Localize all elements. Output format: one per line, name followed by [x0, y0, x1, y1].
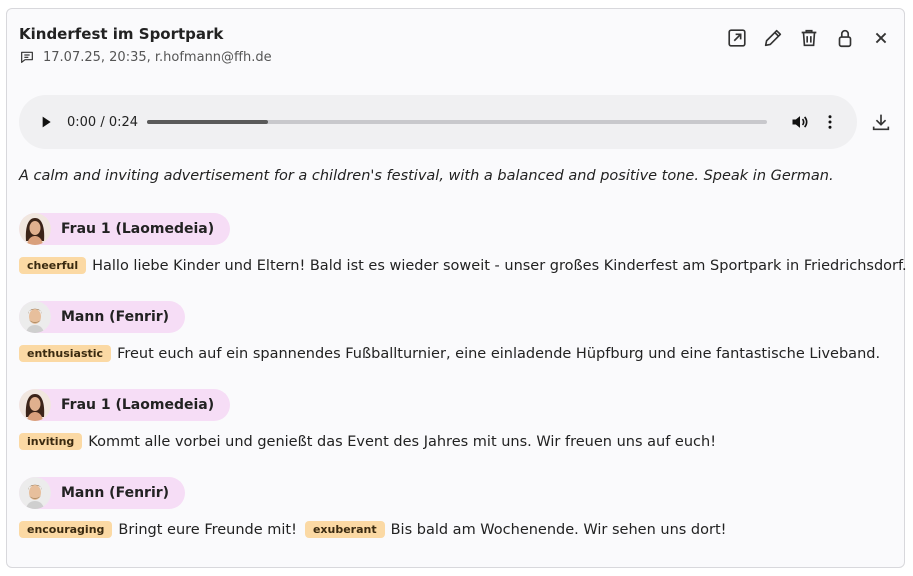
dialogue-turn: Mann (Fenrir) enthusiastic Freut euch auf …: [19, 301, 882, 362]
speaker-name: Frau 1 (Laomedeia): [61, 221, 215, 237]
download-button[interactable]: [868, 109, 894, 135]
dialogue-turn: Mann (Fenrir) encouraging Bringt eure Freu…: [19, 477, 728, 538]
line-segment: encouraging Bringt eure Freunde mit!: [19, 521, 297, 538]
more-vertical-icon: [828, 115, 832, 129]
speaker-name: Frau 1 (Laomedeia): [61, 397, 215, 413]
dialogue-line: cheerful Hallo liebe Kinder und Eltern! B…: [19, 257, 909, 274]
audio-player: 0:00 / 0:24: [19, 95, 857, 149]
line-text: Bringt eure Freunde mit!: [118, 521, 297, 538]
avatar-male-icon: [19, 477, 51, 509]
close-button[interactable]: [868, 25, 894, 51]
avatar: [19, 477, 51, 509]
playback-time: 0:00 / 0:24: [67, 114, 139, 130]
avatar: [19, 213, 51, 245]
trash-icon: [801, 29, 817, 47]
play-button[interactable]: [35, 111, 57, 133]
line-text: Kommt alle vorbei und genießt das Event …: [88, 433, 717, 450]
line-text: Freut euch auf ein spannendes Fußballtur…: [117, 345, 881, 362]
volume-button[interactable]: [789, 111, 811, 133]
avatar-female-icon: [19, 389, 51, 421]
speaker-name: Mann (Fenrir): [61, 485, 170, 501]
speaker-chip[interactable]: Frau 1 (Laomedeia): [19, 213, 231, 245]
open-external-icon: [728, 29, 746, 47]
progress-track[interactable]: [147, 120, 767, 124]
download-icon: [872, 114, 890, 131]
dialogue-line: enthusiastic Freut euch auf ein spannende…: [19, 345, 882, 362]
play-icon: [42, 116, 51, 128]
recording-card: Kinderfest im Sportpark 17.07.25, 20:35,…: [6, 8, 907, 568]
lock-icon: [838, 29, 852, 48]
voice-description: A calm and inviting advertisement for a …: [19, 168, 834, 184]
meta-text: 17.07.25, 20:35, r.hofmann@ffh.de: [43, 49, 272, 65]
dialogue-turn: Frau 1 (Laomedeia) cheerful Hallo liebe Ki…: [19, 213, 909, 274]
emotion-tag[interactable]: enthusiastic: [19, 345, 112, 362]
lock-button[interactable]: [832, 25, 858, 51]
speaker-name: Mann (Fenrir): [61, 309, 170, 325]
open-external-button[interactable]: [724, 25, 750, 51]
edit-button[interactable]: [760, 25, 786, 51]
emotion-tag[interactable]: inviting: [19, 433, 83, 450]
line-segment: exuberant Bis bald am Wochenende. Wir seh…: [304, 521, 727, 538]
header-actions: [724, 25, 894, 51]
emotion-tag[interactable]: exuberant: [304, 521, 385, 538]
more-options-button[interactable]: [819, 111, 841, 133]
recording-meta: 17.07.25, 20:35, r.hofmann@ffh.de: [19, 49, 272, 65]
avatar: [19, 301, 51, 333]
speaker-chip[interactable]: Mann (Fenrir): [19, 477, 186, 509]
chat-bubble-icon: [21, 51, 33, 63]
line-segment: enthusiastic Freut euch auf ein spannende…: [19, 345, 880, 362]
avatar-male-icon: [19, 301, 51, 333]
line-segment: cheerful Hallo liebe Kinder und Eltern! B…: [19, 257, 907, 274]
avatar: [19, 389, 51, 421]
emotion-tag[interactable]: encouraging: [19, 521, 113, 538]
volume-icon: [792, 116, 808, 128]
line-text: Bis bald am Wochenende. Wir sehen uns do…: [390, 521, 727, 538]
pencil-icon: [764, 29, 782, 47]
speaker-chip[interactable]: Mann (Fenrir): [19, 301, 186, 333]
delete-button[interactable]: [796, 25, 822, 51]
line-text: Hallo liebe Kinder und Eltern! Bald ist …: [92, 257, 907, 274]
close-icon: [875, 32, 887, 44]
speaker-chip[interactable]: Frau 1 (Laomedeia): [19, 389, 231, 421]
dialogue-turn: Frau 1 (Laomedeia) inviting Kommt alle vor…: [19, 389, 718, 450]
progress-fill: [147, 120, 268, 124]
dialogue-line: encouraging Bringt eure Freunde mit! exube…: [19, 521, 728, 538]
line-segment: inviting Kommt alle vorbei und genießt da…: [19, 433, 716, 450]
recording-title: Kinderfest im Sportpark: [19, 25, 224, 43]
dialogue-line: inviting Kommt alle vorbei und genießt da…: [19, 433, 718, 450]
emotion-tag[interactable]: cheerful: [19, 257, 87, 274]
avatar-female-icon: [19, 213, 51, 245]
